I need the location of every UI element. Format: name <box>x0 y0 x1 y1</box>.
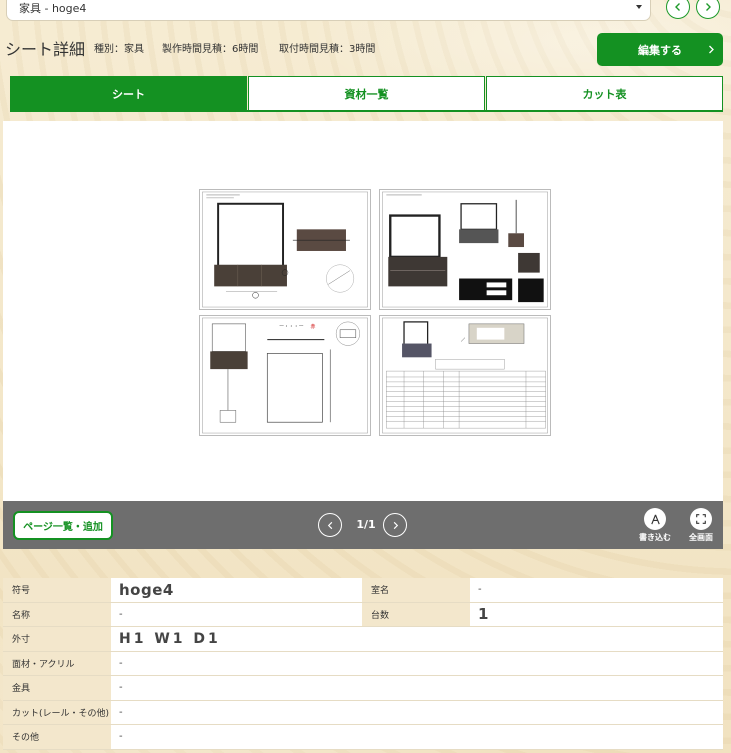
page-list-add-label: ページ一覧・追加 <box>23 522 103 533</box>
tab-cut-table[interactable]: カット表 <box>486 76 723 110</box>
table-row: 外寸 H1 W1 D1 <box>3 627 723 652</box>
room-label: 室名 <box>362 578 470 602</box>
tab-bar: シート 資材一覧 カット表 <box>10 76 723 112</box>
drawing-thumbnail[interactable]: ー・・・ー 赤 <box>199 315 371 436</box>
install-time-text: 取付時間見積：3時間 <box>279 44 376 55</box>
table-row: カット(レール・その他) - <box>3 700 723 725</box>
sheet-detail-page: 家具 - hoge4 シート詳細 種別：家具 製作時間見積：6時間 取付時間見積… <box>0 0 731 753</box>
name-label: 名称 <box>3 602 111 626</box>
face-material-label: 面材・アクリル <box>3 651 111 675</box>
prev-item-button[interactable] <box>666 0 690 19</box>
chevron-right-icon <box>709 45 714 54</box>
count-value: 1 <box>470 602 723 626</box>
drawing-image: ー・・・ー 赤 <box>202 317 368 434</box>
size-value: H1 W1 D1 <box>111 627 723 651</box>
next-page-button[interactable] <box>383 513 407 537</box>
symbol-label: 符号 <box>3 578 111 602</box>
hardware-value: - <box>111 676 723 700</box>
tab-sheet[interactable]: シート <box>10 76 247 110</box>
drawing-image <box>382 317 548 434</box>
table-row: 金具 - <box>3 676 723 701</box>
page-list-add-button[interactable]: ページ一覧・追加 <box>13 511 113 540</box>
write-button[interactable]: 書き込む <box>633 508 677 543</box>
drawing-thumbnail[interactable] <box>379 315 551 436</box>
category-text: 種別：家具 <box>94 44 144 55</box>
chevron-right-icon <box>393 521 398 529</box>
item-select-value: 家具 - hoge4 <box>19 1 87 15</box>
chevron-down-icon <box>636 5 642 9</box>
hardware-label: 金具 <box>3 676 111 700</box>
chevron-left-icon <box>675 3 680 11</box>
table-row: 符号 hoge4 室名 - <box>3 578 723 603</box>
table-row: 面材・アクリル - <box>3 651 723 676</box>
fullscreen-button[interactable]: 全画面 <box>679 508 723 543</box>
drawing-image <box>202 191 368 308</box>
sheet-detail-table: 符号 hoge4 室名 - 名称 - 台数 1 外寸 H1 W1 D1 面材・ア… <box>3 578 723 750</box>
name-value: - <box>111 602 362 626</box>
fullscreen-icon <box>690 508 712 530</box>
fullscreen-label: 全画面 <box>689 533 713 542</box>
next-item-button[interactable] <box>696 0 720 19</box>
room-value: - <box>470 578 723 602</box>
cut-value: - <box>111 700 723 724</box>
page-counter: 1/1 <box>356 518 376 531</box>
edit-button-label: 編集する <box>638 43 682 57</box>
viewer-toolbar: ページ一覧・追加 1/1 書き込む 全画面 <box>3 501 723 549</box>
svg-text:赤: 赤 <box>311 324 316 330</box>
drawing-thumbnail[interactable] <box>379 189 551 310</box>
other-label: その他 <box>3 725 111 749</box>
cut-label: カット(レール・その他) <box>3 700 111 724</box>
table-row: その他 - <box>3 725 723 750</box>
symbol-value: hoge4 <box>111 578 362 602</box>
chevron-left-icon <box>327 521 332 529</box>
prev-page-button[interactable] <box>318 513 342 537</box>
pen-icon <box>644 508 666 530</box>
size-label: 外寸 <box>3 627 111 651</box>
production-time-text: 製作時間見積：6時間 <box>162 44 259 55</box>
chevron-right-icon <box>706 3 711 11</box>
drawing-image <box>382 191 548 308</box>
table-row: 名称 - 台数 1 <box>3 602 723 627</box>
other-value: - <box>111 725 723 749</box>
face-material-value: - <box>111 651 723 675</box>
count-label: 台数 <box>362 602 470 626</box>
sheet-thumbnails: ー・・・ー 赤 <box>199 189 551 437</box>
svg-text:ー・・・ー: ー・・・ー <box>279 324 304 330</box>
tab-materials[interactable]: 資材一覧 <box>248 76 485 110</box>
sheet-viewer: ー・・・ー 赤 <box>3 121 723 501</box>
edit-button[interactable]: 編集する <box>597 33 723 66</box>
drawing-thumbnail[interactable] <box>199 189 371 310</box>
page-title: シート詳細 <box>5 40 86 59</box>
item-select[interactable]: 家具 - hoge4 <box>6 0 651 21</box>
write-label: 書き込む <box>639 533 671 542</box>
